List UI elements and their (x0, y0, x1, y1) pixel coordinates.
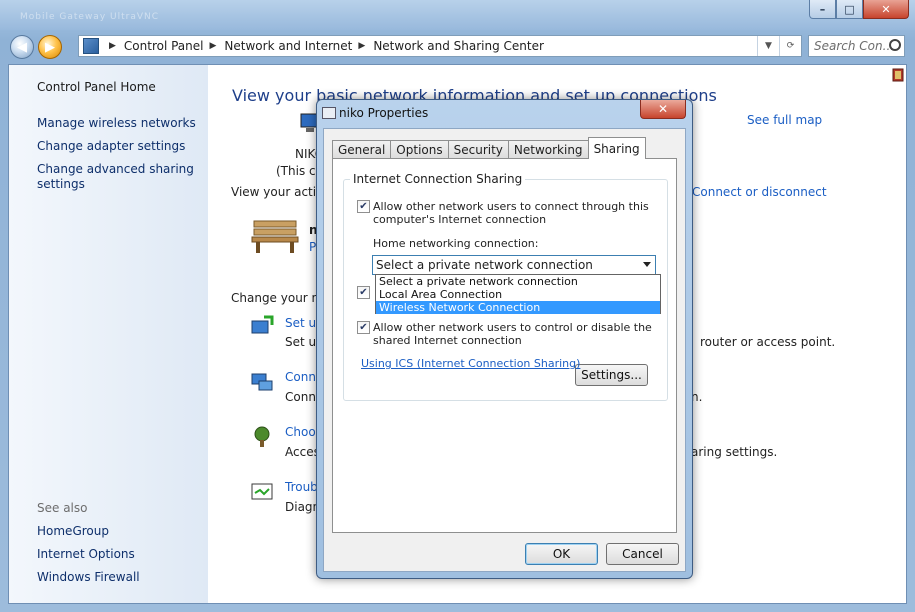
sidebar-homegroup[interactable]: HomeGroup (37, 524, 109, 538)
dialog-title: niko Properties (339, 106, 429, 120)
dropdown-option-select[interactable]: Select a private network connection (376, 275, 660, 288)
minimize-button[interactable]: – (809, 0, 836, 19)
search-placeholder: Search Con... (814, 39, 895, 53)
dropdown-option-wireless[interactable]: Wireless Network Connection (376, 301, 660, 314)
allow-connect-label-2: computer's Internet connection (373, 213, 547, 226)
sidebar-change-advanced-sharing[interactable]: Change advanced sharing (37, 162, 194, 176)
address-dropdown-icon[interactable]: ▼ (757, 36, 779, 56)
sidebar-change-adapter[interactable]: Change adapter settings (37, 139, 185, 153)
address-bar[interactable]: ▶ Control Panel ▶ Network and Internet ▶… (78, 35, 802, 57)
task-setup-desc-tail: router or access point. (700, 335, 836, 349)
task-troubleshoot-title[interactable]: Troub (285, 480, 318, 494)
network-properties-icon (322, 107, 336, 119)
breadcrumb: ▶ Control Panel ▶ Network and Internet ▶… (103, 39, 544, 53)
see-also-title: See also (37, 501, 88, 515)
computer-subtitle: (This c (276, 164, 316, 178)
task-troubleshoot-desc: Diagn (285, 500, 321, 514)
sidebar-manage-wireless[interactable]: Manage wireless networks (37, 116, 196, 130)
help-book-icon[interactable] (892, 68, 904, 82)
troubleshoot-icon (251, 483, 273, 500)
ics-group-label: Internet Connection Sharing (350, 172, 526, 186)
home-network-select-value: Select a private network connection (376, 258, 593, 272)
see-full-map-link[interactable]: See full map (747, 113, 822, 127)
tab-security[interactable]: Security (447, 140, 509, 159)
tab-general[interactable]: General (332, 140, 392, 159)
sidebar-internet-options[interactable]: Internet Options (37, 547, 135, 561)
breadcrumb-control-panel[interactable]: Control Panel (124, 39, 204, 53)
sidebar-windows-firewall[interactable]: Windows Firewall (37, 570, 140, 584)
home-network-dropdown-list: Select a private network connection Loca… (375, 274, 661, 314)
sidebar-change-advanced-sharing-settings[interactable]: settings (37, 177, 85, 191)
dropdown-option-local-area[interactable]: Local Area Connection (376, 288, 660, 301)
forward-button[interactable]: ▶ (38, 35, 62, 59)
tab-strip: General Options Security Networking Shar… (332, 137, 646, 159)
change-settings-label: Change your ne (231, 291, 327, 305)
properties-dialog: niko Properties ✕ General Options Securi… (316, 99, 693, 579)
bench-icon (251, 220, 299, 253)
ghost-text: Mobile Gateway UltraVNC (20, 12, 160, 22)
nav-buttons: ◀ ▶ (10, 34, 66, 60)
tab-sharing[interactable]: Sharing (587, 137, 646, 159)
dialog-close-button[interactable]: ✕ (640, 100, 686, 119)
allow-control-checkbox[interactable]: ✔ (357, 321, 370, 334)
close-button[interactable]: ✕ (863, 0, 909, 19)
sidebar-control-panel-home[interactable]: Control Panel Home (37, 80, 156, 94)
allow-control-label-1: Allow other network users to control or … (373, 321, 652, 334)
sharing-tab-panel: Internet Connection Sharing ✔ Allow othe… (332, 158, 677, 533)
settings-button[interactable]: Settings... (575, 364, 648, 386)
breadcrumb-network-sharing-center[interactable]: Network and Sharing Center (373, 39, 544, 53)
refresh-icon[interactable]: ⟳ (779, 36, 801, 56)
task-choose-desc: Acces (285, 445, 320, 459)
connect-network-icon (251, 373, 273, 391)
title-bar: Mobile Gateway UltraVNC – □ ✕ (0, 0, 915, 30)
maximize-button[interactable]: □ (836, 0, 863, 19)
allow-connect-label-1: Allow other network users to connect thr… (373, 200, 649, 213)
homegroup-sharing-icon (254, 426, 270, 447)
chevron-down-icon[interactable] (643, 262, 651, 267)
using-ics-link[interactable]: Using ICS (Internet Connection Sharing) (361, 357, 580, 370)
connect-disconnect-link[interactable]: Connect or disconnect (692, 185, 827, 199)
address-controls: ▼ ⟳ (757, 36, 801, 56)
control-panel-icon (83, 38, 99, 54)
ok-button[interactable]: OK (525, 543, 598, 565)
breadcrumb-separator[interactable]: ▶ (358, 41, 365, 51)
tab-networking[interactable]: Networking (507, 140, 589, 159)
home-network-select[interactable]: Select a private network connection (372, 255, 656, 275)
window-controls: – □ ✕ (809, 0, 909, 19)
allow-connect-checkbox[interactable]: ✔ (357, 200, 370, 213)
setup-connection-icon (251, 315, 274, 334)
establish-dialup-checkbox[interactable]: ✔ (357, 286, 370, 299)
breadcrumb-separator[interactable]: ▶ (109, 41, 116, 51)
dialog-body: General Options Security Networking Shar… (323, 128, 686, 572)
task-choose-desc-tail: aring settings. (691, 445, 778, 459)
home-network-label: Home networking connection: (373, 237, 539, 250)
search-input[interactable]: Search Con... (808, 35, 905, 57)
sidebar: Control Panel Home Manage wireless netwo… (9, 65, 208, 603)
back-button[interactable]: ◀ (10, 35, 34, 59)
breadcrumb-network-internet[interactable]: Network and Internet (224, 39, 352, 53)
tab-options[interactable]: Options (390, 140, 449, 159)
allow-control-label-2: shared Internet connection (373, 334, 522, 347)
search-icon[interactable] (889, 39, 901, 51)
cancel-button[interactable]: Cancel (606, 543, 679, 565)
breadcrumb-separator[interactable]: ▶ (210, 41, 217, 51)
